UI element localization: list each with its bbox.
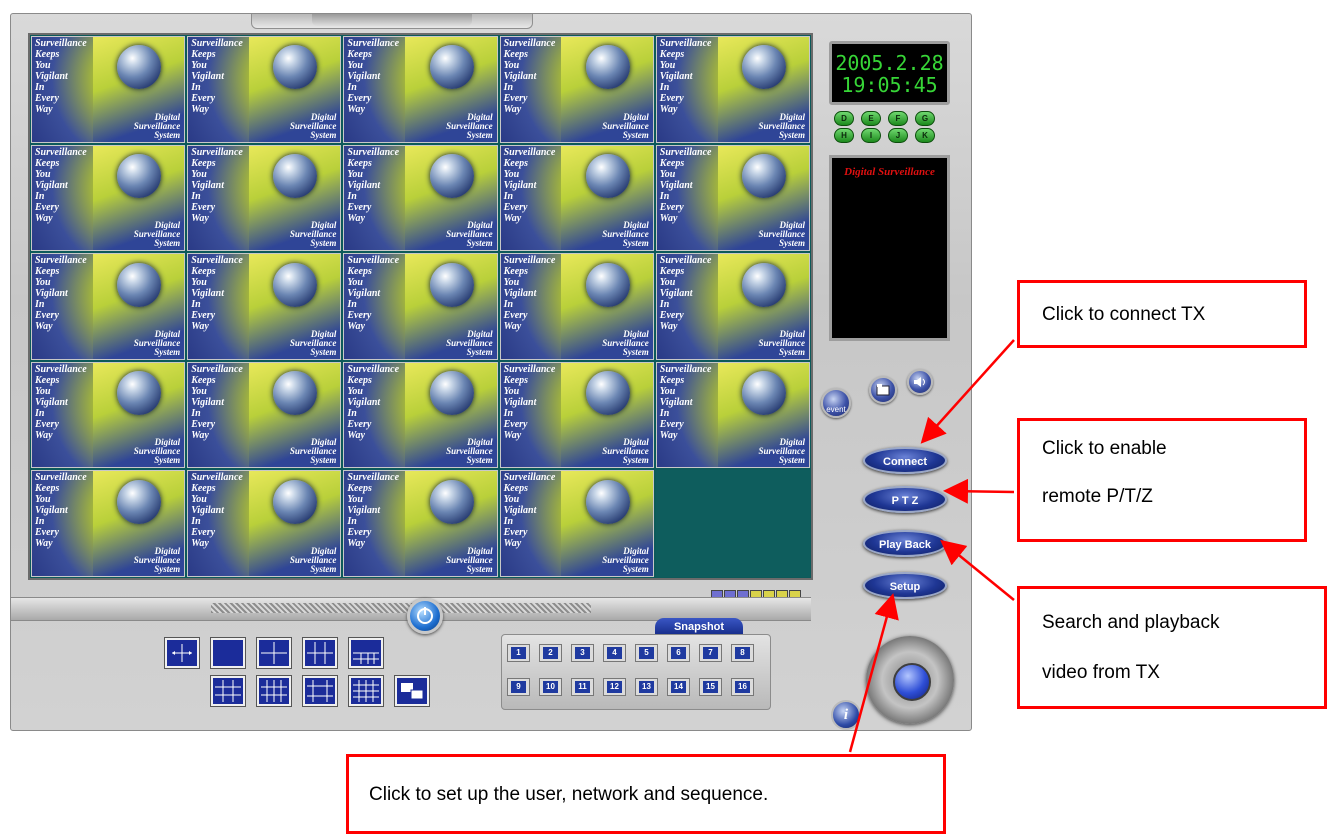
arrow-playback	[940, 539, 1015, 601]
arrow-connect	[920, 339, 1015, 444]
arrow-setup	[848, 593, 899, 753]
annotation-arrows	[848, 339, 1015, 753]
arrow-ptz	[943, 478, 1015, 504]
